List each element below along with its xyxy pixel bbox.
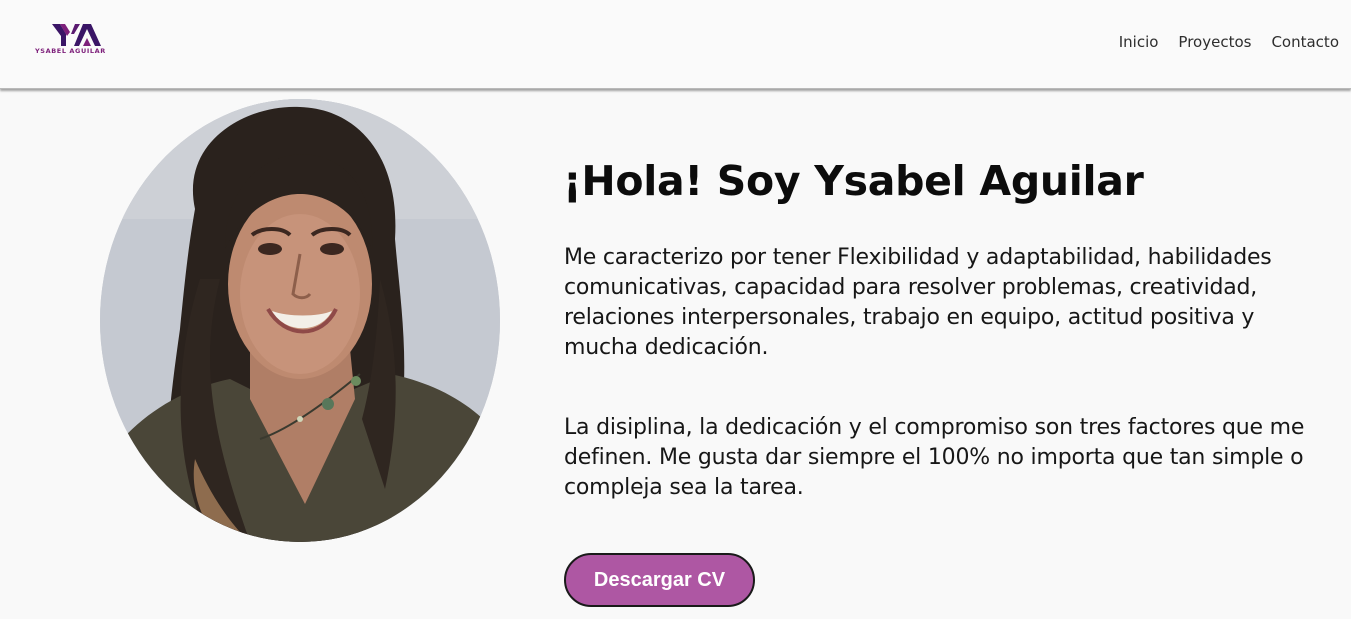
brand-logo[interactable]: YSABEL AGUILAR bbox=[35, 24, 125, 64]
intro-paragraph: Me caracterizo por tener Flexibilidad y … bbox=[564, 245, 1272, 360]
hero-heading: ¡Hola! Soy Ysabel Aguilar bbox=[563, 157, 1144, 205]
main-nav: Inicio Proyectos Contacto bbox=[1119, 33, 1339, 51]
download-cv-button[interactable]: Descargar CV bbox=[564, 553, 755, 607]
nav-link-contacto[interactable]: Contacto bbox=[1271, 33, 1339, 51]
profile-photo bbox=[100, 99, 500, 542]
nav-link-inicio[interactable]: Inicio bbox=[1119, 33, 1159, 51]
nav-link-proyectos[interactable]: Proyectos bbox=[1178, 33, 1251, 51]
top-navigation-bar: YSABEL AGUILAR Inicio Proyectos Contacto bbox=[0, 0, 1351, 89]
ya-monogram-icon bbox=[52, 24, 101, 46]
values-paragraph: La disiplina, la dedicación y el comprom… bbox=[564, 415, 1305, 500]
brand-wordmark: YSABEL AGUILAR bbox=[35, 47, 106, 55]
